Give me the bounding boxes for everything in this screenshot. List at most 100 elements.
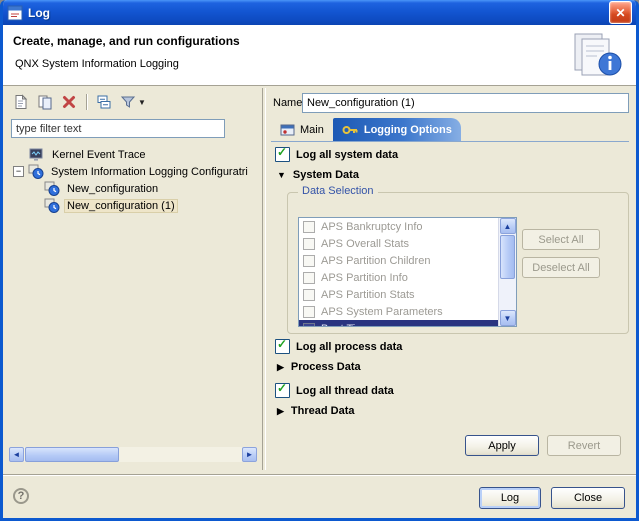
- collapse-all-button[interactable]: [94, 92, 114, 112]
- scrollbar-thumb[interactable]: [25, 447, 119, 462]
- list-item[interactable]: APS Bankruptcy Info: [299, 218, 499, 235]
- duplicate-configuration-button[interactable]: [35, 92, 55, 112]
- checkbox-checked-icon[interactable]: [275, 383, 290, 398]
- tab-label: Logging Options: [364, 124, 452, 136]
- delete-configuration-button[interactable]: [59, 92, 79, 112]
- name-label: Name:: [273, 97, 305, 109]
- tree-item-label: New_configuration (1): [64, 199, 178, 213]
- list-item[interactable]: APS Overall Stats: [299, 235, 499, 252]
- configuration-name-input[interactable]: [302, 93, 629, 113]
- section-process-data[interactable]: Process Data: [277, 361, 361, 373]
- configurations-tree: Kernel Event Trace − System Information …: [11, 146, 257, 214]
- scroll-down-arrow[interactable]: ▼: [500, 310, 516, 326]
- scroll-right-arrow[interactable]: ►: [242, 447, 257, 462]
- app-icon: [7, 5, 23, 21]
- scroll-left-arrow[interactable]: ◄: [9, 447, 24, 462]
- close-window-button[interactable]: ✕: [609, 1, 632, 24]
- select-all-button[interactable]: Select All: [522, 229, 600, 250]
- tab-label: Main: [300, 124, 324, 136]
- item-label: APS Overall Stats: [321, 238, 409, 250]
- info-document-icon: [570, 31, 624, 82]
- item-checkbox[interactable]: [303, 323, 315, 327]
- data-selection-items: APS Bankruptcy Info APS Overall Stats AP…: [299, 218, 499, 326]
- new-configuration-button[interactable]: [11, 92, 31, 112]
- tree-item-new-configuration-1-selected[interactable]: New_configuration (1): [11, 197, 257, 214]
- section-system-data[interactable]: System Data: [277, 169, 359, 181]
- item-checkbox[interactable]: [303, 255, 315, 267]
- tab-logging-options[interactable]: Logging Options: [333, 118, 461, 141]
- scroll-up-arrow[interactable]: ▲: [500, 218, 516, 234]
- dialog-footer: ? Log Close: [3, 474, 636, 518]
- delete-icon: [61, 94, 77, 110]
- configurations-toolbar: ▼: [11, 91, 148, 113]
- apply-button[interactable]: Apply: [465, 435, 539, 456]
- tree-expander-collapse[interactable]: −: [13, 166, 24, 177]
- close-icon: ✕: [615, 6, 625, 20]
- twistie-collapsed-icon: [277, 405, 284, 417]
- checkbox-label: Log all system data: [296, 149, 398, 161]
- filter-menu-button[interactable]: ▼: [118, 92, 148, 112]
- checkbox-checked-icon[interactable]: [275, 339, 290, 354]
- section-thread-data[interactable]: Thread Data: [277, 405, 355, 417]
- panel-divider: [262, 88, 266, 470]
- data-selection-group: Data Selection APS Bankruptcy Info APS O…: [287, 192, 629, 334]
- copy-icon: [37, 94, 53, 110]
- logging-configurations-icon: [28, 164, 44, 179]
- scrollbar-track[interactable]: [119, 447, 242, 462]
- configuration-icon: [44, 198, 60, 213]
- item-checkbox[interactable]: [303, 221, 315, 233]
- item-checkbox[interactable]: [303, 272, 315, 284]
- tree-item-label: Kernel Event Trace: [49, 148, 149, 162]
- tree-horizontal-scrollbar[interactable]: ◄ ►: [9, 447, 257, 462]
- checkbox-checked-icon[interactable]: [275, 147, 290, 162]
- titlebar: Log ✕: [3, 0, 636, 25]
- section-label: System Data: [293, 169, 359, 181]
- tree-item-label: New_configuration: [64, 182, 161, 196]
- log-button[interactable]: Log: [479, 487, 541, 509]
- dialog-header-subtitle: QNX System Information Logging: [15, 58, 179, 70]
- item-label: APS Bankruptcy Info: [321, 221, 423, 233]
- checkbox-label: Log all thread data: [296, 385, 394, 397]
- filter-text-input[interactable]: [11, 119, 225, 138]
- list-item[interactable]: APS Partition Stats: [299, 286, 499, 303]
- item-label: APS System Parameters: [321, 306, 443, 318]
- item-checkbox[interactable]: [303, 306, 315, 318]
- tab-main[interactable]: Main: [271, 118, 333, 141]
- help-button[interactable]: ?: [13, 488, 29, 504]
- twistie-collapsed-icon: [277, 361, 284, 373]
- tree-item-sysinfo-logging-configurations[interactable]: − System Information Logging Configuratr…: [11, 163, 257, 180]
- item-checkbox[interactable]: [303, 238, 315, 250]
- log-all-thread-data-checkbox-row[interactable]: Log all thread data: [275, 383, 394, 398]
- scrollbar-thumb[interactable]: [500, 235, 515, 279]
- deselect-all-button[interactable]: Deselect All: [522, 257, 600, 278]
- list-item[interactable]: APS Partition Children: [299, 252, 499, 269]
- list-item[interactable]: APS Partition Info: [299, 269, 499, 286]
- dialog-header: Create, manage, and run configurations Q…: [3, 25, 636, 86]
- configuration-icon: [44, 181, 60, 196]
- tree-item-kernel-event-trace[interactable]: Kernel Event Trace: [11, 146, 257, 163]
- list-item[interactable]: APS System Parameters: [299, 303, 499, 320]
- window-title: Log: [28, 6, 609, 20]
- item-checkbox[interactable]: [303, 289, 315, 301]
- section-label: Thread Data: [291, 405, 355, 417]
- toolbar-separator: [86, 94, 87, 110]
- item-label: Boot Time: [321, 323, 371, 327]
- tree-item-new-configuration[interactable]: New_configuration: [11, 180, 257, 197]
- tree-item-label: System Information Logging Configuratri: [48, 165, 251, 179]
- log-all-system-data-checkbox-row[interactable]: Log all system data: [275, 147, 398, 162]
- data-selection-list[interactable]: APS Bankruptcy Info APS Overall Stats AP…: [298, 217, 517, 327]
- tab-bar: Main Logging Options: [271, 118, 629, 142]
- filter-icon: [120, 94, 136, 110]
- item-label: APS Partition Stats: [321, 289, 415, 301]
- collapse-all-icon: [96, 94, 112, 110]
- revert-button[interactable]: Revert: [547, 435, 621, 456]
- list-vertical-scrollbar[interactable]: ▲ ▼: [498, 218, 516, 326]
- close-button[interactable]: Close: [551, 487, 625, 509]
- log-all-process-data-checkbox-row[interactable]: Log all process data: [275, 339, 402, 354]
- item-label: APS Partition Info: [321, 272, 408, 284]
- list-item-partially-visible[interactable]: Boot Time: [299, 320, 499, 326]
- item-label: APS Partition Children: [321, 255, 430, 267]
- new-document-icon: [13, 94, 29, 110]
- log-dialog-window: Log ✕ Create, manage, and run configurat…: [0, 0, 639, 521]
- group-label: Data Selection: [298, 185, 378, 197]
